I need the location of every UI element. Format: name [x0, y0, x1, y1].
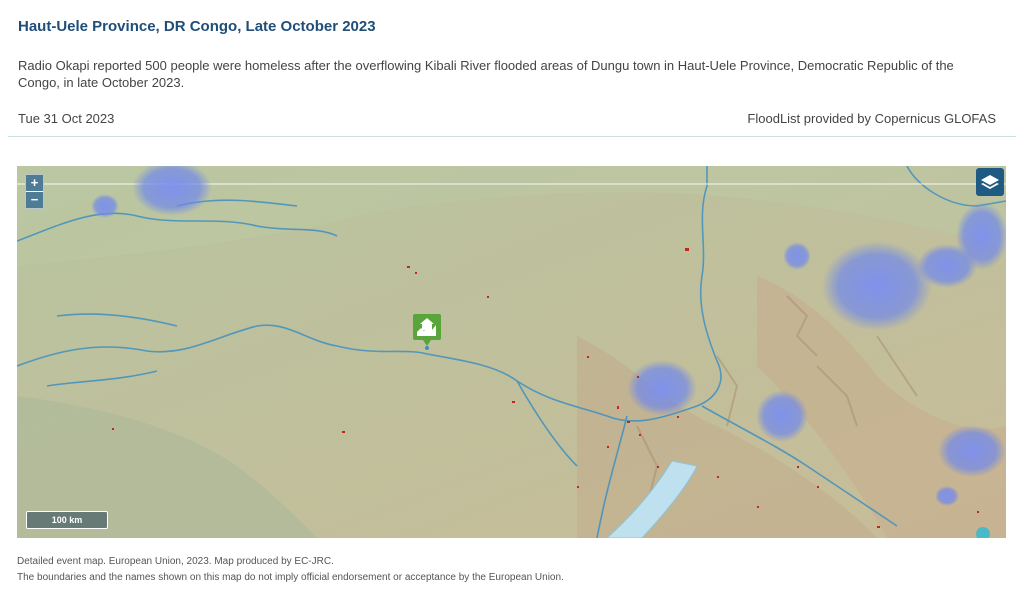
- event-description: Radio Okapi reported 500 people were hom…: [18, 58, 954, 90]
- layers-button[interactable]: [976, 168, 1004, 196]
- map-caption-credit: Detailed event map. European Union, 2023…: [17, 556, 334, 567]
- event-credit: FloodList provided by Copernicus GLOFAS: [747, 111, 996, 126]
- divider: [8, 136, 1016, 137]
- event-map[interactable]: + − 100 km: [17, 166, 1006, 538]
- flood-house-icon: [413, 314, 441, 350]
- flood-event-marker[interactable]: [413, 314, 441, 350]
- event-title: Haut-Uele Province, DR Congo, Late Octob…: [18, 18, 376, 35]
- event-date: Tue 31 Oct 2023: [18, 111, 115, 126]
- zoom-in-button[interactable]: +: [26, 175, 43, 191]
- zoom-control: + −: [25, 174, 44, 209]
- scale-bar: 100 km: [26, 511, 108, 529]
- map-caption-disclaimer: The boundaries and the names shown on th…: [17, 572, 564, 583]
- layers-icon: [981, 175, 999, 189]
- zoom-out-button[interactable]: −: [26, 191, 43, 208]
- map-terrain: [17, 166, 1006, 538]
